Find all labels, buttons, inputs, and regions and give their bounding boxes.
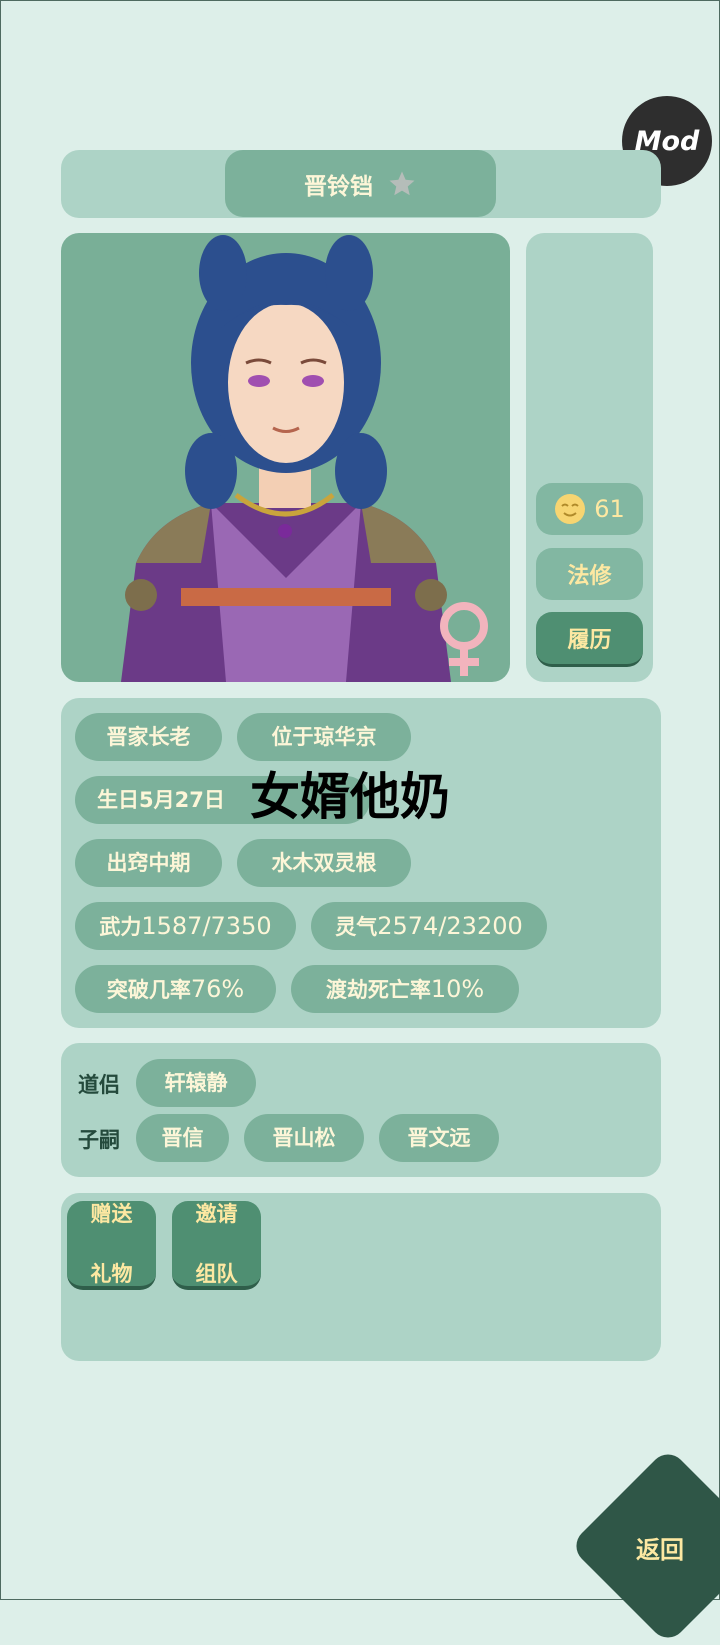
- child-tag[interactable]: 晋文远: [379, 1114, 499, 1162]
- invite-label-line1: 邀请: [195, 1201, 238, 1226]
- character-name-tab[interactable]: 晋铃铛: [225, 150, 496, 217]
- smiling-face-icon: [555, 494, 586, 524]
- character-name: 晋铃铛: [304, 173, 373, 200]
- cultivation-stage-tag: 出窍中期: [75, 839, 222, 887]
- child-tag[interactable]: 晋信: [136, 1114, 229, 1162]
- qi-value: 2574/23200: [377, 912, 523, 940]
- back-label[interactable]: 返回: [636, 1530, 684, 1565]
- gift-button[interactable]: 赠送 礼物: [67, 1201, 156, 1290]
- gift-label-line2: 礼物: [90, 1261, 133, 1286]
- tribulation-value: 10%: [430, 975, 485, 1003]
- child-tag[interactable]: 晋山松: [244, 1114, 364, 1162]
- breakthrough-value: 76%: [190, 975, 245, 1003]
- invite-label-line2: 组队: [195, 1261, 238, 1286]
- breakthrough-label: 突破几率: [106, 978, 191, 1002]
- spirit-root-tag: 水木双灵根: [237, 839, 411, 887]
- mood-value: 61: [594, 495, 625, 523]
- tribulation-tag: 渡劫死亡率10%: [291, 965, 519, 1013]
- force-value: 1587/7350: [141, 912, 272, 940]
- breakthrough-tag: 突破几率76%: [75, 965, 276, 1013]
- invite-team-button[interactable]: 邀请 组队: [172, 1201, 261, 1290]
- school-button[interactable]: 法修: [536, 548, 643, 600]
- location-tag: 位于琼华京: [237, 713, 411, 761]
- force-label: 武力: [99, 915, 142, 939]
- qi-label: 灵气: [335, 915, 378, 939]
- children-label: 子嗣: [78, 1128, 120, 1152]
- resume-button[interactable]: 履历: [536, 612, 643, 667]
- qi-tag: 灵气2574/23200: [311, 902, 547, 950]
- female-gender-icon: [440, 602, 488, 676]
- partner-tag[interactable]: 轩辕静: [136, 1059, 256, 1107]
- favorite-star-icon[interactable]: [387, 169, 417, 199]
- mood-indicator[interactable]: 61: [536, 483, 643, 535]
- gift-label-line1: 赠送: [90, 1201, 133, 1226]
- force-tag: 武力1587/7350: [75, 902, 296, 950]
- tribulation-label: 渡劫死亡率: [325, 978, 431, 1002]
- overlay-text: 女婿他奶: [250, 768, 450, 826]
- title-tag: 晋家长老: [75, 713, 222, 761]
- partner-label: 道侣: [78, 1073, 120, 1097]
